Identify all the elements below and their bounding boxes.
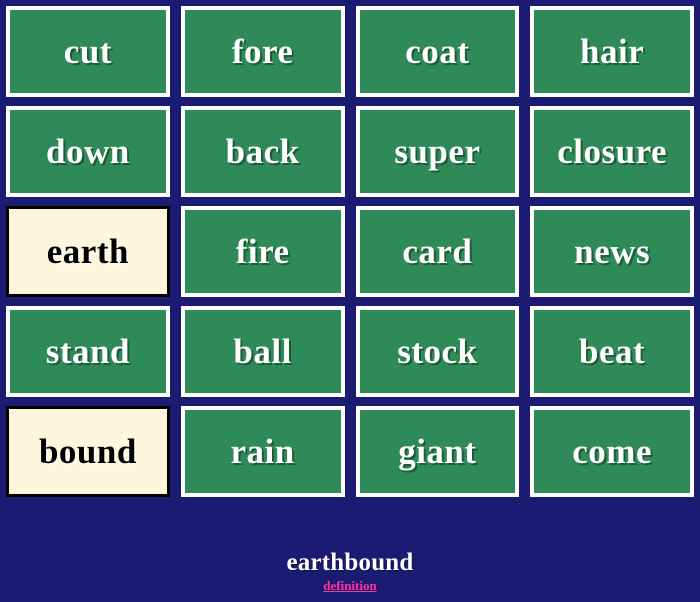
word-tile-face: rain <box>183 409 342 494</box>
word-tile-rain[interactable]: rain <box>180 406 345 497</box>
word-tile-face: down <box>9 109 167 194</box>
word-tile-hair[interactable]: hair <box>530 6 694 97</box>
word-tile-face: fore <box>183 9 342 94</box>
word-tile-label: earth <box>46 232 129 271</box>
word-tile-back[interactable]: back <box>180 106 345 197</box>
word-tile-face: back <box>183 109 342 194</box>
word-tile-coat[interactable]: coat <box>355 6 520 97</box>
word-tile-label: rain <box>230 432 295 471</box>
word-tile-beat[interactable]: beat <box>530 306 694 397</box>
word-tile-label: ball <box>233 332 292 371</box>
word-tile-face: beat <box>533 309 691 394</box>
word-tile-bound[interactable]: bound <box>6 406 170 497</box>
word-tile-card[interactable]: card <box>355 206 520 297</box>
word-tile-label: back <box>225 132 300 171</box>
word-tile-face: bound <box>9 409 167 494</box>
word-grid: cut fore coat hair down back super closure earth… <box>0 0 700 497</box>
word-tile-label: fore <box>231 32 294 71</box>
word-tile-label: cut <box>63 32 112 71</box>
word-tile-ball[interactable]: ball <box>180 306 345 397</box>
word-tile-stock[interactable]: stock <box>355 306 520 397</box>
word-tile-face: stand <box>9 309 167 394</box>
definition-link[interactable]: definition <box>323 579 376 592</box>
word-tile-label: fire <box>235 232 290 271</box>
word-tile-down[interactable]: down <box>6 106 170 197</box>
word-tile-label: giant <box>398 432 477 471</box>
word-tile-label: down <box>46 132 130 171</box>
formed-word-label: earthbound <box>286 549 414 576</box>
word-tile-label: super <box>394 132 481 171</box>
word-tile-face: news <box>533 209 691 294</box>
word-tile-face: closure <box>533 109 691 194</box>
word-tile-label: coat <box>405 32 470 71</box>
word-tile-label: bound <box>38 432 137 471</box>
word-tile-stand[interactable]: stand <box>6 306 170 397</box>
word-tile-fire[interactable]: fire <box>180 206 345 297</box>
word-tile-super[interactable]: super <box>355 106 520 197</box>
word-tile-face: come <box>533 409 691 494</box>
word-tile-news[interactable]: news <box>530 206 694 297</box>
word-tile-earth[interactable]: earth <box>6 206 170 297</box>
word-tile-label: beat <box>579 332 646 371</box>
word-tile-cut[interactable]: cut <box>6 6 170 97</box>
word-tile-label: hair <box>580 32 645 71</box>
word-tile-fore[interactable]: fore <box>180 6 345 97</box>
word-tile-label: stand <box>45 332 130 371</box>
word-tile-giant[interactable]: giant <box>355 406 520 497</box>
word-tile-face: earth <box>9 209 167 294</box>
word-tile-face: giant <box>358 409 517 494</box>
word-tile-label: come <box>572 432 652 471</box>
word-tile-face: stock <box>358 309 517 394</box>
word-tile-come[interactable]: come <box>530 406 694 497</box>
word-tile-face: super <box>358 109 517 194</box>
word-tile-face: card <box>358 209 517 294</box>
word-tile-closure[interactable]: closure <box>530 106 694 197</box>
word-tile-label: news <box>574 232 651 271</box>
word-tile-label: closure <box>557 132 668 171</box>
word-tile-face: fire <box>183 209 342 294</box>
answer-panel: earthbound definition <box>0 497 700 602</box>
word-tile-label: stock <box>397 332 478 371</box>
game-root: cut fore coat hair down back super closure earth… <box>0 0 700 602</box>
word-tile-face: ball <box>183 309 342 394</box>
word-tile-face: coat <box>358 9 517 94</box>
word-tile-label: card <box>402 232 473 271</box>
word-tile-face: cut <box>9 9 167 94</box>
word-tile-face: hair <box>533 9 691 94</box>
